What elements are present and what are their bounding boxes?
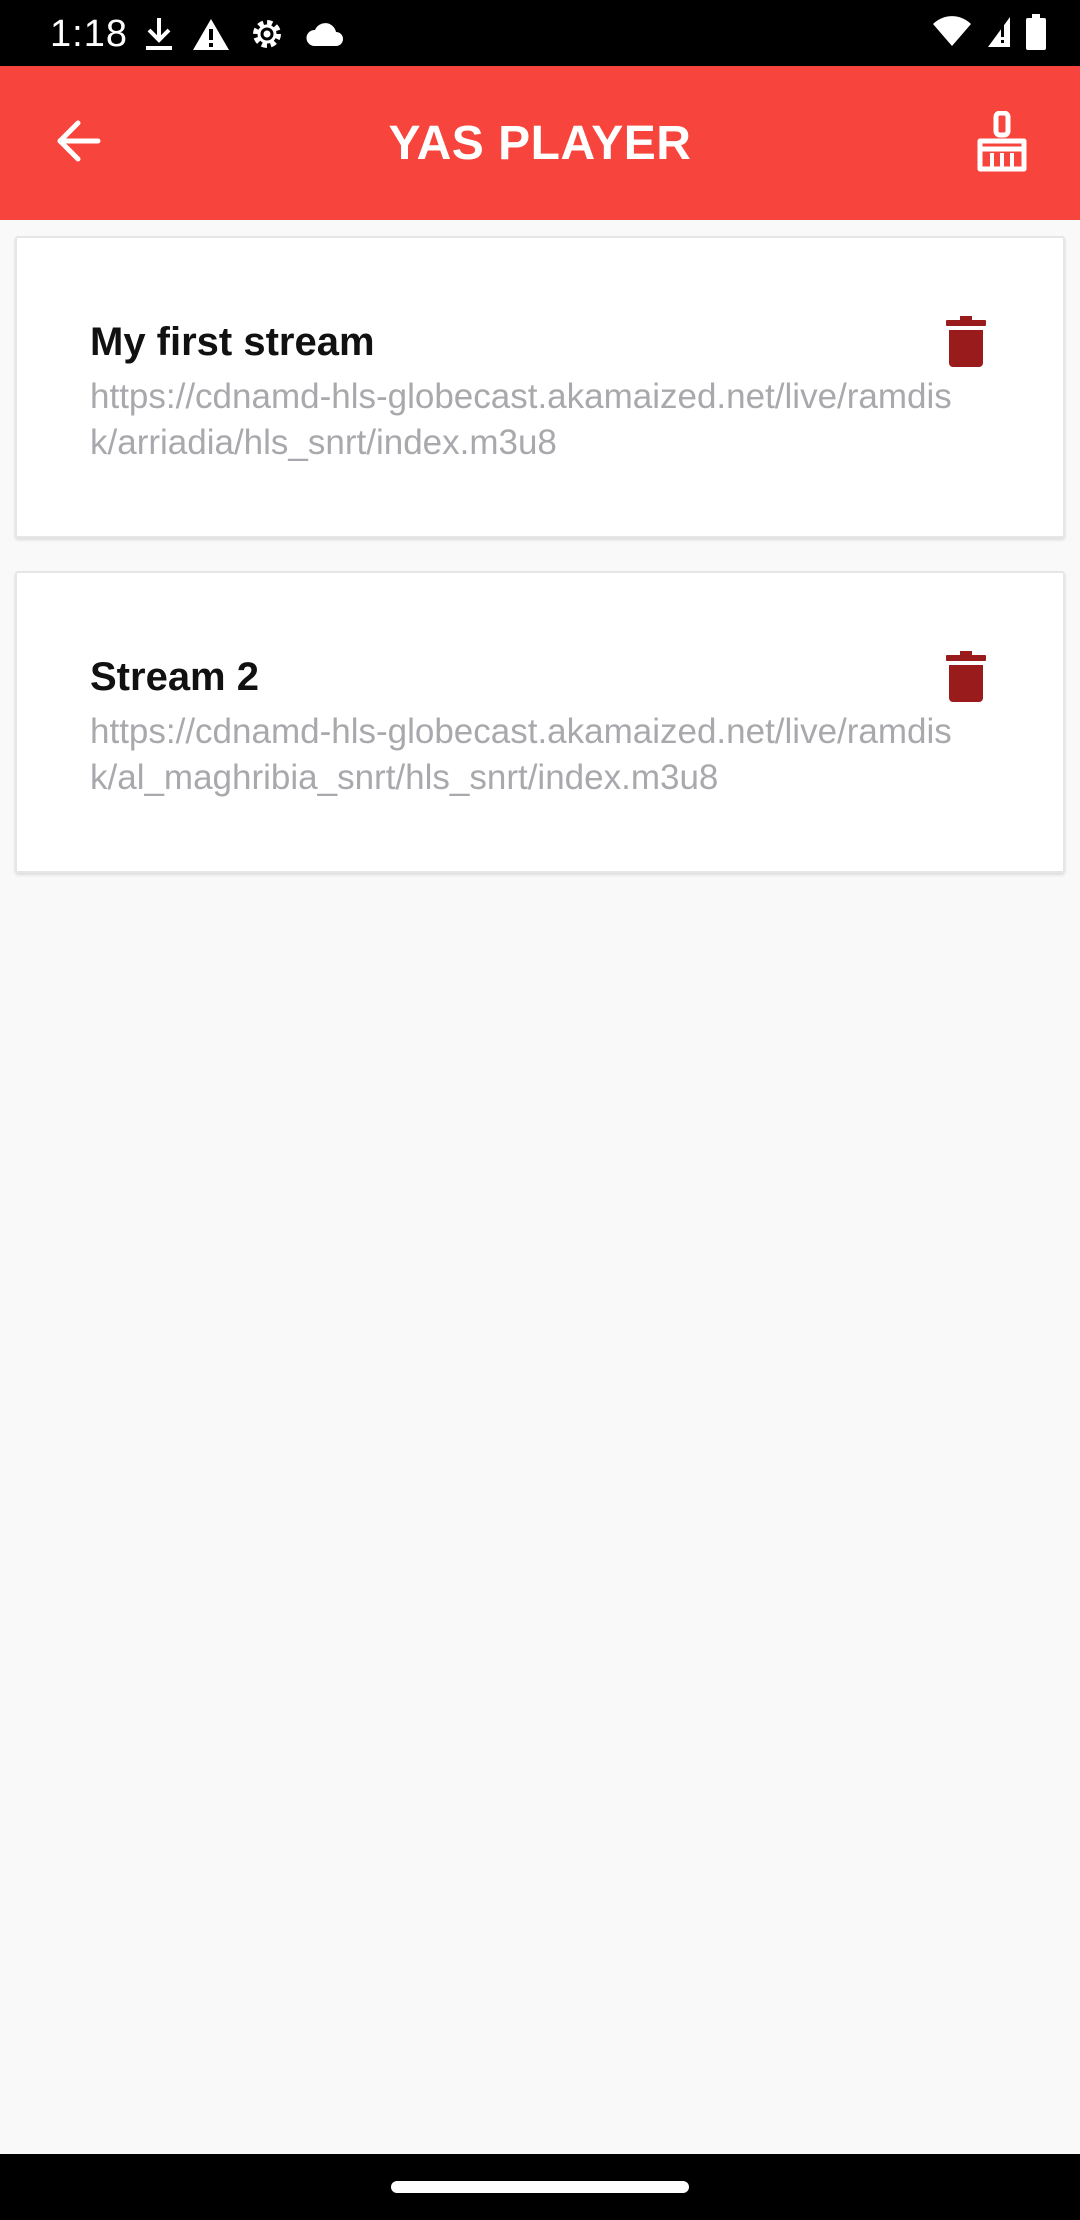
broom-icon bbox=[974, 110, 1030, 178]
app-title: YAS PLAYER bbox=[388, 117, 692, 170]
stream-url: https://cdnamd-hls-globecast.akamaized.n… bbox=[90, 712, 952, 797]
trash-icon bbox=[946, 650, 986, 708]
delete-button[interactable] bbox=[941, 649, 991, 709]
status-icons-right bbox=[932, 12, 1046, 52]
status-time: 1:18 bbox=[50, 13, 128, 55]
stream-list: My first stream https://cdnamd-hls-globe… bbox=[15, 236, 1065, 906]
status-bar: 1:18 bbox=[0, 0, 1080, 66]
stream-card[interactable]: Stream 2 https://cdnamd-hls-globecast.ak… bbox=[15, 571, 1065, 873]
status-icons-left bbox=[144, 14, 344, 54]
stream-card[interactable]: My first stream https://cdnamd-hls-globe… bbox=[15, 236, 1065, 538]
stream-url: https://cdnamd-hls-globecast.akamaized.n… bbox=[90, 377, 952, 462]
home-indicator[interactable] bbox=[391, 2181, 689, 2193]
navigation-bar bbox=[0, 2154, 1080, 2220]
signal-icon bbox=[986, 15, 1012, 49]
delete-button[interactable] bbox=[941, 314, 991, 374]
wifi-icon bbox=[932, 16, 972, 48]
gear-icon bbox=[248, 15, 286, 53]
battery-icon bbox=[1026, 14, 1046, 50]
cloud-icon bbox=[304, 20, 344, 48]
app-bar: YAS PLAYER bbox=[0, 66, 1080, 220]
stream-name: Stream 2 bbox=[90, 655, 259, 699]
warning-icon bbox=[192, 17, 230, 51]
stream-name: My first stream bbox=[90, 320, 375, 364]
download-icon bbox=[144, 16, 174, 52]
clear-all-button[interactable] bbox=[964, 106, 1040, 182]
trash-icon bbox=[946, 315, 986, 373]
